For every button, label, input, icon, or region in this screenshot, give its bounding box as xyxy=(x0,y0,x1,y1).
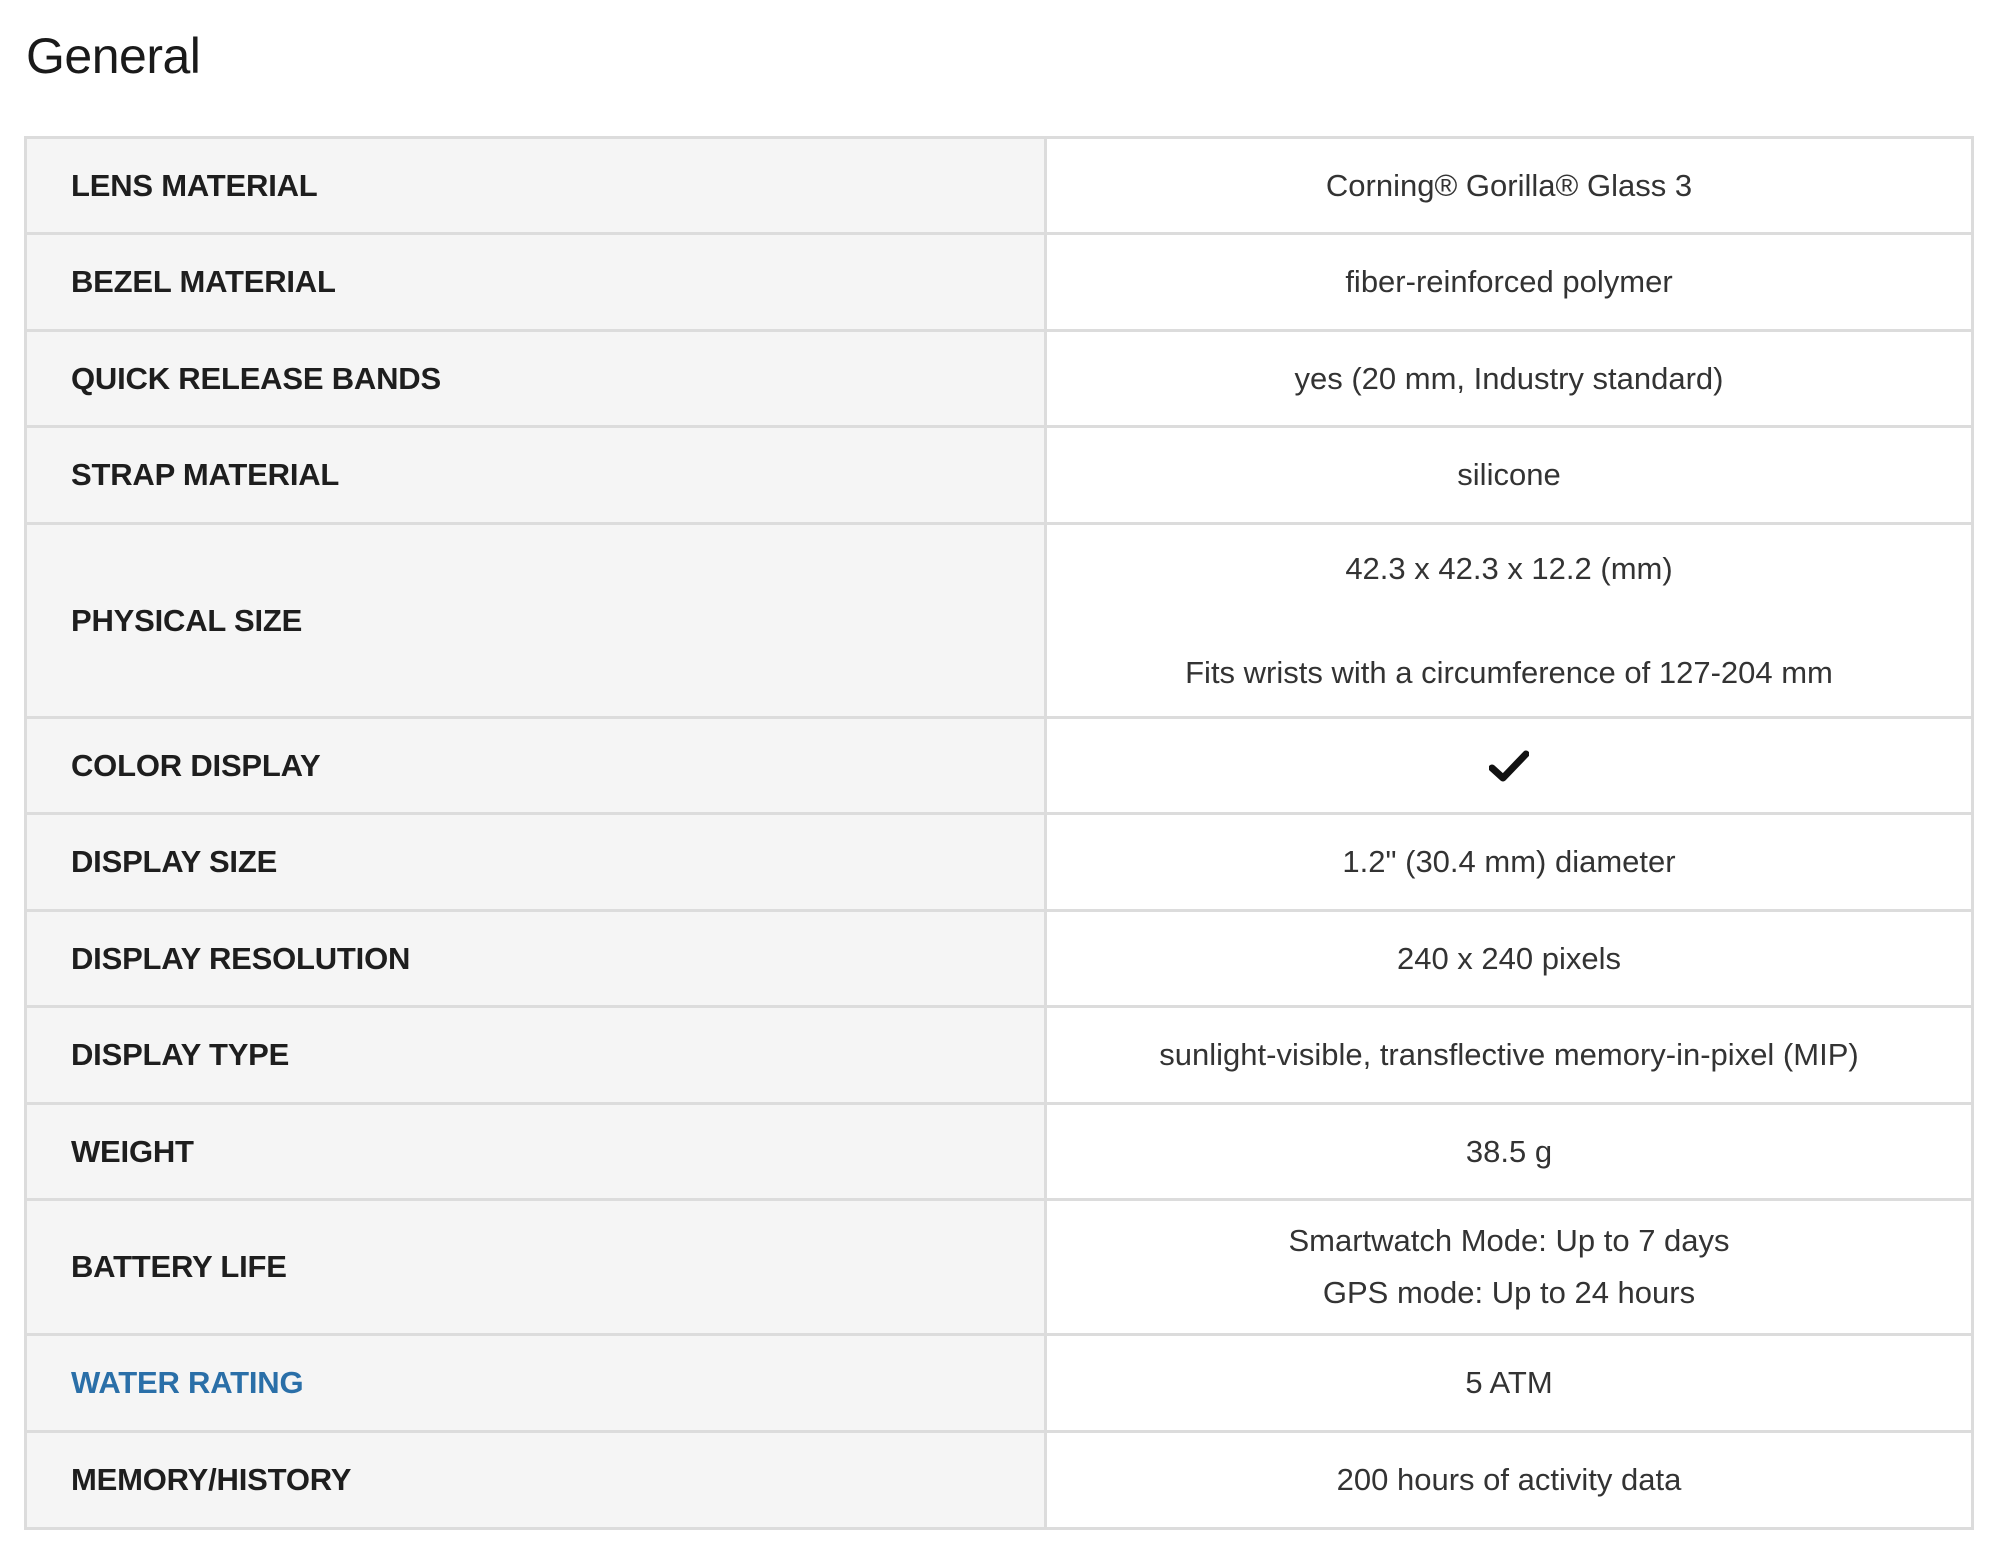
spec-value-line: Fits wrists with a circumference of 127-… xyxy=(1185,654,1833,690)
spec-value: yes (20 mm, Industry standard) xyxy=(1045,329,1973,428)
spec-value: Smartwatch Mode: Up to 7 days GPS mode: … xyxy=(1045,1198,1973,1336)
water-rating-link[interactable]: WATER RATING xyxy=(25,1333,1047,1433)
spec-label: DISPLAY RESOLUTION xyxy=(25,909,1047,1008)
spec-value: 5 ATM xyxy=(1045,1333,1973,1433)
spec-value-line: Smartwatch Mode: Up to 7 days xyxy=(1288,1223,1730,1258)
spec-value: 200 hours of activity data xyxy=(1045,1430,1973,1530)
spec-row-lens-material: LENS MATERIAL Corning® Gorilla® Glass 3 xyxy=(25,136,1973,235)
spec-value: 38.5 g xyxy=(1045,1102,1973,1201)
spec-label: WEIGHT xyxy=(25,1102,1047,1201)
spec-label: COLOR DISPLAY xyxy=(25,716,1047,815)
spec-label: STRAP MATERIAL xyxy=(25,425,1047,525)
spec-label: DISPLAY SIZE xyxy=(25,812,1047,912)
spec-label: BATTERY LIFE xyxy=(25,1198,1047,1336)
spec-row-strap-material: STRAP MATERIAL silicone xyxy=(25,425,1973,525)
spec-label: LENS MATERIAL xyxy=(25,136,1047,235)
section-title: General xyxy=(26,28,201,84)
spec-row-quick-release-bands: QUICK RELEASE BANDS yes (20 mm, Industry… xyxy=(25,329,1973,428)
spec-row-display-size: DISPLAY SIZE 1.2" (30.4 mm) diameter xyxy=(25,812,1973,912)
spec-value-line: GPS mode: Up to 24 hours xyxy=(1322,1275,1696,1310)
spec-row-bezel-material: BEZEL MATERIAL fiber-reinforced polymer xyxy=(25,232,1973,332)
spec-label: PHYSICAL SIZE xyxy=(25,522,1047,719)
spec-row-physical-size: PHYSICAL SIZE 42.3 x 42.3 x 12.2 (mm) Fi… xyxy=(25,522,1973,719)
specs-table: LENS MATERIAL Corning® Gorilla® Glass 3 … xyxy=(24,136,1974,1530)
checkmark-icon xyxy=(1489,750,1529,782)
spec-row-display-resolution: DISPLAY RESOLUTION 240 x 240 pixels xyxy=(25,909,1973,1008)
spec-value xyxy=(1045,716,1973,815)
spec-label: MEMORY/HISTORY xyxy=(25,1430,1047,1530)
spec-value: 240 x 240 pixels xyxy=(1045,909,1973,1008)
spec-value: Corning® Gorilla® Glass 3 xyxy=(1045,136,1973,235)
spec-label: DISPLAY TYPE xyxy=(25,1005,1047,1105)
spec-value: 1.2" (30.4 mm) diameter xyxy=(1045,812,1973,912)
spec-row-water-rating: WATER RATING 5 ATM xyxy=(25,1333,1973,1433)
spec-label: QUICK RELEASE BANDS xyxy=(25,329,1047,428)
spec-value: fiber-reinforced polymer xyxy=(1045,232,1973,332)
spec-row-color-display: COLOR DISPLAY xyxy=(25,716,1973,815)
spec-row-battery-life: BATTERY LIFE Smartwatch Mode: Up to 7 da… xyxy=(25,1198,1973,1336)
spec-value-line: 42.3 x 42.3 x 12.2 (mm) xyxy=(1345,550,1673,586)
spec-row-memory-history: MEMORY/HISTORY 200 hours of activity dat… xyxy=(25,1430,1973,1530)
spec-row-weight: WEIGHT 38.5 g xyxy=(25,1102,1973,1201)
spec-value: 42.3 x 42.3 x 12.2 (mm) Fits wrists with… xyxy=(1045,522,1973,719)
spec-label: BEZEL MATERIAL xyxy=(25,232,1047,332)
spec-value: silicone xyxy=(1045,425,1973,525)
spec-row-display-type: DISPLAY TYPE sunlight-visible, transflec… xyxy=(25,1005,1973,1105)
spec-value: sunlight-visible, transflective memory-i… xyxy=(1045,1005,1973,1105)
